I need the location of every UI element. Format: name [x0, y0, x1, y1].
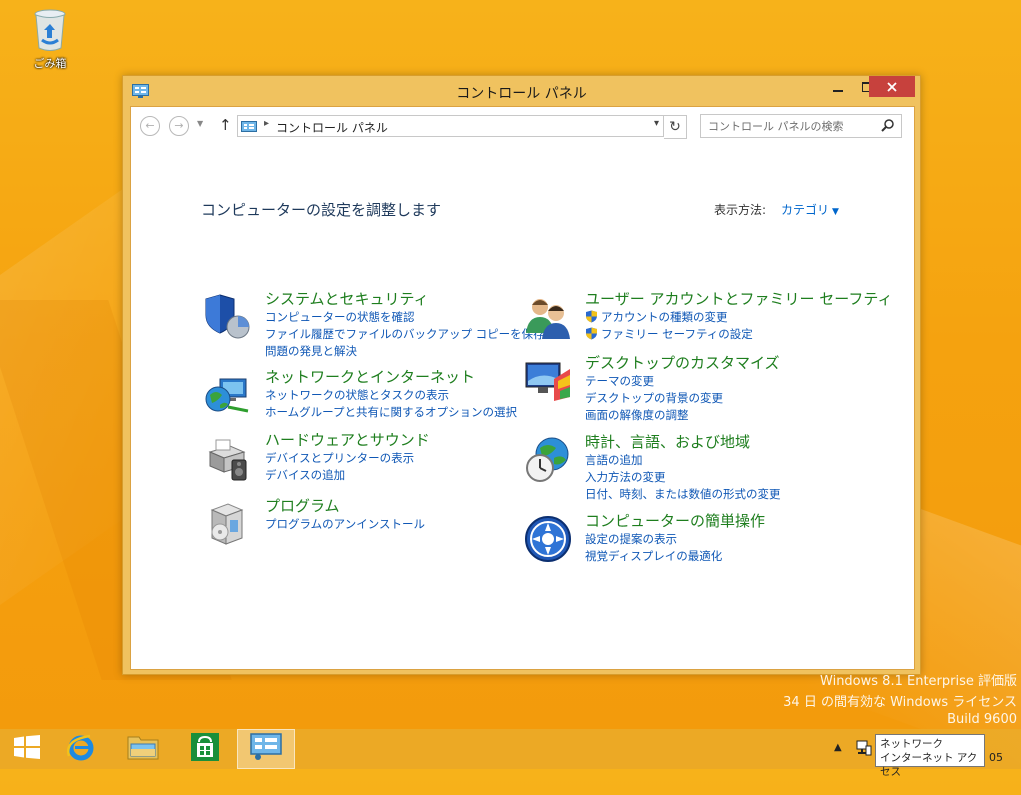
- category-title-ease-of-access[interactable]: コンピューターの簡単操作: [585, 510, 765, 531]
- link-change-date-time-format[interactable]: 日付、時刻、または数値の形式の変更: [585, 486, 781, 503]
- link-change-input-method[interactable]: 入力方法の変更: [585, 469, 781, 486]
- address-bar[interactable]: ▸ コントロール パネル ▾: [237, 115, 664, 137]
- printer-speaker-icon[interactable]: [204, 434, 252, 482]
- taskbar-windows-store[interactable]: [178, 729, 232, 769]
- link-settings-suggestions[interactable]: 設定の提案の表示: [585, 531, 722, 548]
- control-panel-icon: [250, 732, 282, 766]
- network-tray-icon[interactable]: [856, 740, 872, 756]
- chevron-down-icon: ▼: [197, 119, 204, 128]
- taskbar-internet-explorer[interactable]: [54, 729, 108, 769]
- link-text: ファミリー セーフティの設定: [601, 327, 753, 341]
- chevron-up-icon: ▲: [834, 742, 842, 753]
- uac-shield-icon: [585, 327, 598, 340]
- view-by-dropdown[interactable]: カテゴリ ▼: [781, 201, 839, 218]
- network-tooltip: ネットワーク インターネット アクセス: [875, 734, 985, 778]
- link-check-computer-status[interactable]: コンピューターの状態を確認: [265, 309, 545, 326]
- arrow-right-icon: →: [174, 119, 184, 132]
- windows-logo-icon: [14, 735, 40, 763]
- watermark-license: 34 日 の間有効な Windows ライセンス: [783, 695, 1017, 710]
- forward-button[interactable]: →: [169, 116, 189, 136]
- category-title-personalization[interactable]: デスクトップのカスタマイズ: [585, 352, 780, 373]
- window-content: ← → ▼ ↑ ▸ コントロール パネル ▾ ↻ コントロール パネルの検索 コ…: [130, 106, 915, 670]
- navigation-bar: ← → ▼ ↑ ▸ コントロール パネル ▾ ↻: [131, 107, 914, 145]
- link-family-safety[interactable]: ファミリー セーフティの設定: [585, 326, 753, 343]
- recent-locations-button[interactable]: ▼: [197, 119, 203, 128]
- show-hidden-icons-button[interactable]: ▲: [834, 742, 842, 753]
- taskbar: ▲: [0, 729, 1021, 769]
- control-panel-icon: [241, 119, 257, 132]
- page-title: コンピューターの設定を調整します: [201, 201, 442, 219]
- category-title-hardware-sound[interactable]: ハードウェアとサウンド: [265, 429, 430, 450]
- minimize-icon: [833, 89, 843, 92]
- recycle-bin-icon: [33, 8, 67, 52]
- link-optimize-display[interactable]: 視覚ディスプレイの最適化: [585, 548, 722, 565]
- link-change-account-type[interactable]: アカウントの種類の変更: [585, 309, 753, 326]
- address-dropdown-icon[interactable]: ▾: [654, 118, 659, 129]
- taskbar-file-explorer[interactable]: [116, 729, 170, 769]
- category-title-user-accounts[interactable]: ユーザー アカウントとファミリー セーフティ: [585, 288, 892, 309]
- breadcrumb-separator-icon[interactable]: ▸: [264, 118, 269, 129]
- window-title: コントロール パネル: [456, 86, 587, 102]
- ease-of-access-icon[interactable]: [524, 515, 572, 563]
- link-network-status-tasks[interactable]: ネットワークの状態とタスクの表示: [265, 387, 517, 404]
- link-text: アカウントの種類の変更: [601, 310, 728, 324]
- minimize-button[interactable]: [823, 76, 853, 97]
- folder-icon: [127, 733, 159, 765]
- store-icon: [190, 732, 220, 766]
- search-icon[interactable]: [881, 117, 895, 132]
- link-troubleshoot[interactable]: 問題の発見と解決: [265, 343, 545, 360]
- link-change-theme[interactable]: テーマの変更: [585, 373, 723, 390]
- internet-explorer-icon: [66, 732, 96, 766]
- arrow-up-icon: ↑: [219, 116, 232, 134]
- refresh-icon: ↻: [669, 119, 681, 135]
- back-button[interactable]: ←: [140, 116, 160, 136]
- users-icon[interactable]: [524, 293, 572, 341]
- link-file-history-backup[interactable]: ファイル履歴でファイルのバックアップ コピーを保存: [265, 326, 545, 343]
- chevron-down-icon: ▼: [832, 207, 839, 217]
- category-title-system-security[interactable]: システムとセキュリティ: [265, 288, 429, 309]
- link-add-language[interactable]: 言語の追加: [585, 452, 781, 469]
- tooltip-title: ネットワーク: [880, 738, 943, 750]
- taskbar-control-panel[interactable]: [237, 729, 295, 769]
- start-button[interactable]: [0, 729, 54, 769]
- title-bar[interactable]: コントロール パネル: [123, 76, 920, 106]
- refresh-button[interactable]: ↻: [664, 115, 687, 139]
- link-adjust-resolution[interactable]: 画面の解像度の調整: [585, 407, 723, 424]
- link-add-device[interactable]: デバイスの追加: [265, 467, 414, 484]
- link-change-background[interactable]: デスクトップの背景の変更: [585, 390, 723, 407]
- category-title-programs[interactable]: プログラム: [265, 495, 340, 516]
- watermark-build: Build 9600: [947, 712, 1017, 727]
- close-icon: [887, 77, 897, 96]
- desktop-personalization-icon[interactable]: [524, 357, 572, 405]
- watermark-edition: Windows 8.1 Enterprise 評価版: [820, 674, 1017, 689]
- arrow-left-icon: ←: [145, 119, 155, 132]
- search-box[interactable]: [700, 114, 902, 138]
- category-title-network-internet[interactable]: ネットワークとインターネット: [265, 366, 475, 387]
- tooltip-status: インターネット アクセス: [880, 752, 978, 778]
- uac-shield-icon: [585, 310, 598, 323]
- recycle-bin-label: ごみ箱: [33, 57, 67, 70]
- link-uninstall-program[interactable]: プログラムのアンインストール: [265, 516, 425, 533]
- breadcrumb-control-panel[interactable]: コントロール パネル: [276, 119, 388, 136]
- up-button[interactable]: ↑: [219, 116, 232, 134]
- network-globe-icon[interactable]: [204, 371, 252, 419]
- view-by-value: カテゴリ: [781, 203, 830, 217]
- programs-box-icon[interactable]: [204, 500, 252, 548]
- clock[interactable]: 05: [989, 751, 1003, 764]
- security-shield-icon[interactable]: [204, 293, 252, 341]
- search-input[interactable]: [706, 117, 875, 135]
- view-by-label: 表示方法:: [714, 203, 767, 217]
- control-panel-window[interactable]: コントロール パネル ← → ▼ ↑ ▸ コントロール パネル ▾ ↻ コントロ…: [122, 75, 921, 675]
- category-title-clock-language-region[interactable]: 時計、言語、および地域: [585, 431, 750, 452]
- link-devices-printers[interactable]: デバイスとプリンターの表示: [265, 450, 414, 467]
- clock-globe-icon[interactable]: [524, 436, 572, 484]
- close-button[interactable]: [869, 76, 915, 97]
- link-homegroup-sharing[interactable]: ホームグループと共有に関するオプションの選択: [265, 404, 517, 421]
- recycle-bin-desktop-icon[interactable]: ごみ箱: [20, 8, 80, 71]
